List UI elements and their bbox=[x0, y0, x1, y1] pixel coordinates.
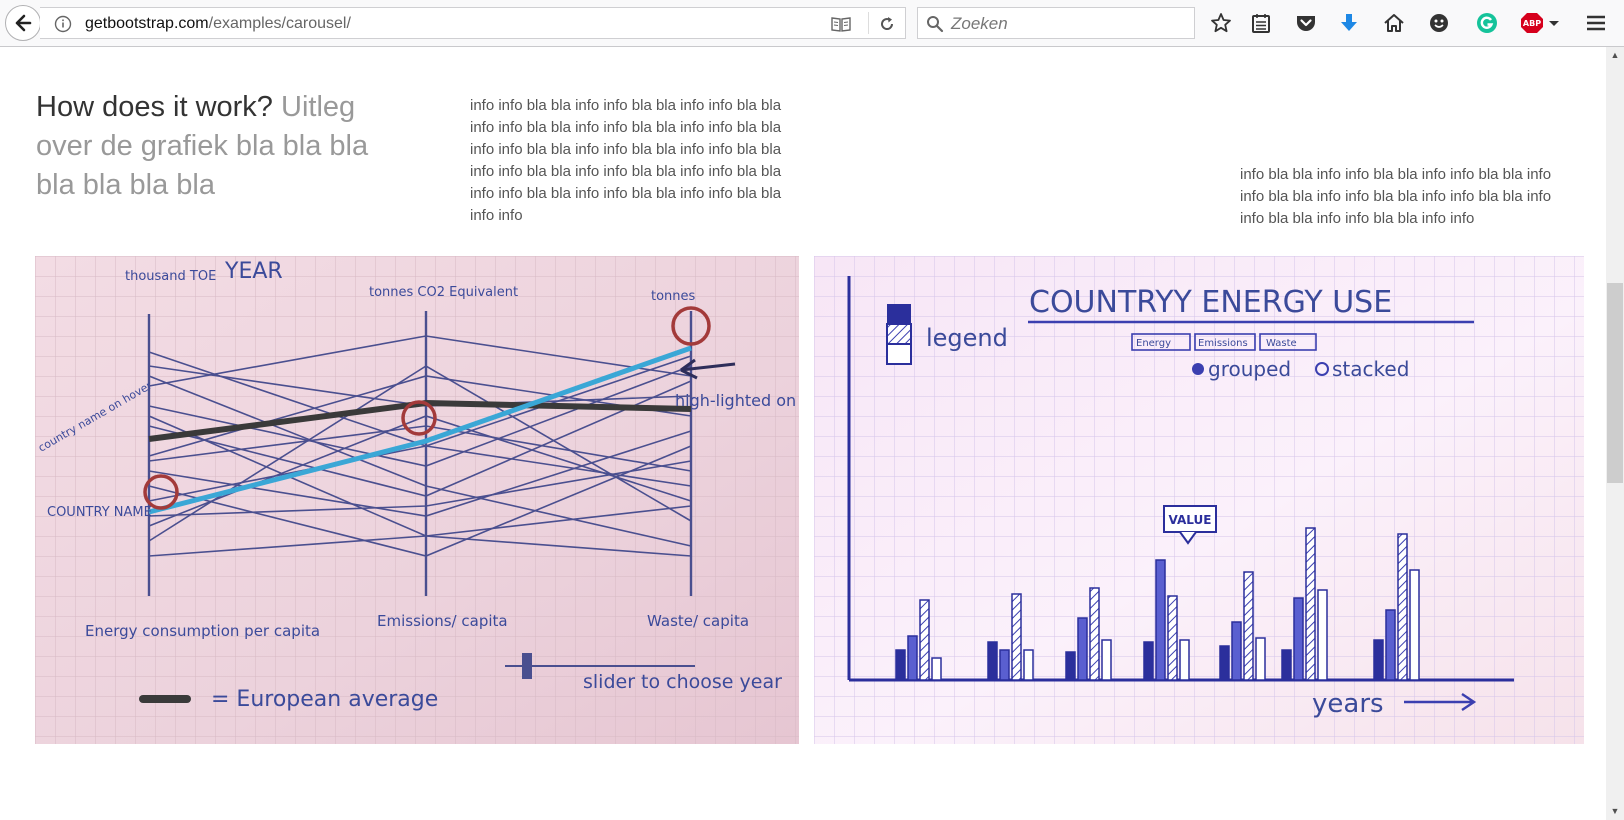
axis3-unit-label: tonnes bbox=[651, 289, 696, 304]
chart-bar bbox=[919, 599, 930, 681]
chat-face-icon[interactable] bbox=[1428, 12, 1450, 34]
search-bar[interactable]: Zoeken bbox=[917, 7, 1195, 39]
chart-bar bbox=[1023, 649, 1034, 681]
x-axis-label: years bbox=[1312, 689, 1384, 719]
legend-box-1 bbox=[887, 304, 911, 324]
chart-bar bbox=[1219, 645, 1230, 681]
url-host: getbootstrap.com bbox=[85, 15, 209, 32]
browser-toolbar: getbootstrap.com/examples/carousel/ Zoek… bbox=[0, 0, 1624, 47]
url-text[interactable]: getbootstrap.com/examples/carousel/ bbox=[85, 15, 351, 33]
info-text-right: info bla bla info info bla bla info info… bbox=[1240, 166, 1552, 227]
axis2-name: Emissions/ capita bbox=[377, 612, 508, 630]
scrollbar-thumb[interactable] bbox=[1607, 283, 1623, 483]
vertical-scrollbar[interactable]: ▲ ▼ bbox=[1606, 47, 1624, 820]
country-name-label: COUNTRY NAME bbox=[47, 505, 152, 520]
axis3-name: Waste/ capita bbox=[647, 612, 749, 630]
chart-bar bbox=[1281, 649, 1292, 681]
option-grouped-radio bbox=[1192, 363, 1204, 375]
option-stacked-label: stacked bbox=[1332, 357, 1409, 381]
year-label: YEAR bbox=[224, 259, 283, 284]
download-icon[interactable] bbox=[1338, 12, 1360, 34]
grammarly-icon[interactable] bbox=[1476, 12, 1498, 34]
chart-bar bbox=[1397, 533, 1408, 681]
scroll-up-arrow-icon[interactable]: ▲ bbox=[1606, 47, 1624, 64]
highlight-note: high-lighted on hover bbox=[675, 391, 799, 410]
parallel-coordinates-sketch: thousand TOE YEAR tonnes CO2 Equivalent … bbox=[35, 256, 799, 744]
chart-bar bbox=[1293, 597, 1304, 681]
info-text-middle: info info bla bla info info bla bla info… bbox=[470, 97, 782, 224]
slider-caption: slider to choose year bbox=[583, 671, 782, 693]
adblock-plus-icon[interactable]: ABP bbox=[1521, 12, 1563, 34]
back-button[interactable] bbox=[5, 5, 41, 41]
option-grouped-label: grouped bbox=[1208, 357, 1291, 381]
legend-text: = European average bbox=[211, 687, 438, 712]
reader-view-icon[interactable] bbox=[830, 15, 852, 33]
chart-bar bbox=[895, 649, 906, 681]
chart-bar bbox=[1231, 621, 1242, 681]
scroll-down-arrow-icon[interactable]: ▼ bbox=[1606, 803, 1624, 820]
chart-bar bbox=[1089, 587, 1100, 681]
reading-list-icon[interactable] bbox=[1250, 12, 1272, 34]
tag-energy: Energy bbox=[1136, 338, 1171, 349]
chart-bar bbox=[1065, 651, 1076, 681]
tag-emissions: Emissions bbox=[1198, 338, 1248, 349]
search-placeholder: Zoeken bbox=[951, 14, 1008, 33]
chart-bar bbox=[1317, 589, 1328, 681]
heading-main: How does it work? bbox=[36, 91, 273, 123]
chart-bar bbox=[1385, 609, 1396, 681]
page-heading: How does it work? Uitleg over de grafiek… bbox=[36, 88, 406, 205]
chart-bar bbox=[1077, 617, 1088, 681]
legend-box-3 bbox=[886, 343, 912, 365]
bar-chart-sketch: COUNTRYY ENERGY USE legend Energy Emissi… bbox=[814, 256, 1584, 744]
url-path: /examples/carousel/ bbox=[208, 15, 351, 32]
adblock-badge: ABP bbox=[1523, 19, 1541, 28]
menu-hamburger-icon[interactable] bbox=[1585, 12, 1607, 34]
chart-bar bbox=[1373, 639, 1384, 681]
chart-bar bbox=[1101, 639, 1112, 681]
legend-label: legend bbox=[926, 324, 1008, 352]
back-arrow-icon bbox=[15, 14, 32, 32]
info-icon[interactable] bbox=[54, 15, 72, 33]
chart-bar bbox=[931, 657, 942, 681]
pocket-icon[interactable] bbox=[1295, 12, 1317, 34]
chart-title: COUNTRYY ENERGY USE bbox=[1029, 285, 1392, 320]
reload-icon[interactable] bbox=[878, 15, 896, 33]
chart-bar bbox=[907, 635, 918, 681]
chart-bar bbox=[1143, 641, 1154, 681]
chart-bar bbox=[1305, 527, 1316, 681]
chart-bar bbox=[999, 649, 1010, 681]
tooltip-text: VALUE bbox=[1169, 513, 1212, 527]
year-slider-handle bbox=[522, 653, 532, 679]
chart-bar bbox=[1255, 637, 1266, 681]
home-icon[interactable] bbox=[1383, 12, 1405, 34]
chart-bar bbox=[1409, 569, 1420, 681]
axis2-unit-label: tonnes CO2 Equivalent bbox=[369, 285, 518, 300]
chart-bar bbox=[1011, 593, 1022, 681]
chart-bar bbox=[1167, 595, 1178, 681]
bookmark-star-icon[interactable] bbox=[1210, 12, 1232, 34]
address-bar[interactable]: getbootstrap.com/examples/carousel/ bbox=[40, 7, 906, 39]
url-separator bbox=[868, 12, 869, 34]
chart-bar bbox=[987, 641, 998, 681]
chart-bar bbox=[1243, 571, 1254, 681]
chart-bar bbox=[1179, 639, 1190, 681]
search-icon bbox=[927, 16, 944, 33]
axis1-unit-label: thousand TOE bbox=[125, 269, 216, 284]
chart-bar bbox=[1155, 559, 1166, 681]
tag-waste: Waste bbox=[1266, 338, 1297, 349]
axis1-name: Energy consumption per capita bbox=[85, 622, 320, 640]
legend-box-2 bbox=[886, 323, 912, 345]
